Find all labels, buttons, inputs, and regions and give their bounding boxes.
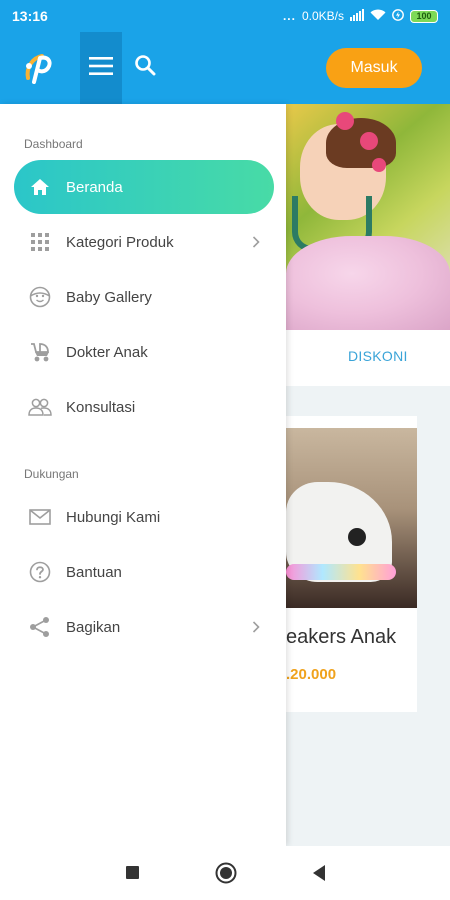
app-bar: Masuk	[0, 32, 450, 104]
home-icon	[28, 175, 52, 199]
product-image	[286, 428, 417, 608]
home-button[interactable]	[215, 862, 237, 884]
nav-item-label: Bantuan	[66, 563, 122, 581]
grid-icon	[28, 230, 52, 254]
nav-item-label: Kategori Produk	[66, 233, 174, 251]
category-tabs: DISKONI	[286, 330, 450, 386]
navigation-drawer: Dashboard Beranda Kategori Produk Baby G…	[0, 104, 286, 846]
nav-item-label: Dokter Anak	[66, 343, 148, 361]
tab-diskon[interactable]: DISKONI	[348, 348, 408, 364]
nav-item-label: Hubungi Kami	[66, 508, 161, 526]
nav-item-bagikan[interactable]: Bagikan	[14, 600, 274, 654]
signal-icon	[350, 8, 364, 24]
search-icon	[134, 54, 156, 81]
login-button[interactable]: Masuk	[326, 48, 422, 88]
nav-item-kategori-produk[interactable]: Kategori Produk	[14, 215, 274, 269]
nav-item-baby-gallery[interactable]: Baby Gallery	[14, 270, 274, 324]
back-button[interactable]	[312, 864, 326, 882]
notification-dots: ...	[282, 9, 296, 23]
people-icon	[28, 395, 52, 419]
nav-item-bantuan[interactable]: Bantuan	[14, 545, 274, 599]
stroller-icon	[28, 340, 52, 364]
system-navigation-bar	[0, 846, 450, 900]
search-button[interactable]	[128, 50, 162, 84]
status-indicators: ... 0.0KB/s 100	[282, 8, 438, 24]
charging-icon	[392, 8, 404, 24]
chevron-right-icon	[250, 615, 262, 639]
section-label-dashboard: Dashboard	[24, 137, 83, 151]
nav-item-beranda[interactable]: Beranda	[14, 160, 274, 214]
menu-icon	[89, 56, 113, 80]
nav-item-label: Beranda	[66, 178, 123, 196]
nav-item-label: Bagikan	[66, 618, 121, 636]
product-name: eakers Anak	[286, 626, 397, 648]
network-speed: 0.0KB/s	[301, 9, 344, 23]
chevron-right-icon	[250, 230, 262, 254]
wifi-icon	[370, 9, 386, 24]
nav-item-konsultasi[interactable]: Konsultasi	[14, 380, 274, 434]
status-time: 13:16	[12, 8, 48, 24]
section-label-dukungan: Dukungan	[24, 467, 79, 481]
nav-item-label: Baby Gallery	[66, 288, 152, 306]
baby-face-icon	[28, 285, 52, 309]
product-price: .20.000	[286, 666, 337, 683]
nav-item-label: Konsultasi	[66, 398, 136, 416]
menu-button[interactable]	[80, 32, 122, 104]
hero-banner[interactable]	[286, 104, 450, 330]
nav-item-hubungi-kami[interactable]: Hubungi Kami	[14, 490, 274, 544]
mail-icon	[28, 505, 52, 529]
app-logo[interactable]	[18, 48, 58, 88]
nav-item-dokter-anak[interactable]: Dokter Anak	[14, 325, 274, 379]
battery-icon: 100	[410, 9, 438, 23]
status-bar: 13:16 ... 0.0KB/s 100	[0, 0, 450, 32]
product-card[interactable]: eakers Anak .20.000	[286, 416, 417, 712]
help-icon	[28, 560, 52, 584]
background-content: DISKONI eakers Anak .20.000	[286, 104, 450, 846]
recent-apps-button[interactable]	[126, 866, 139, 879]
share-icon	[28, 615, 52, 639]
